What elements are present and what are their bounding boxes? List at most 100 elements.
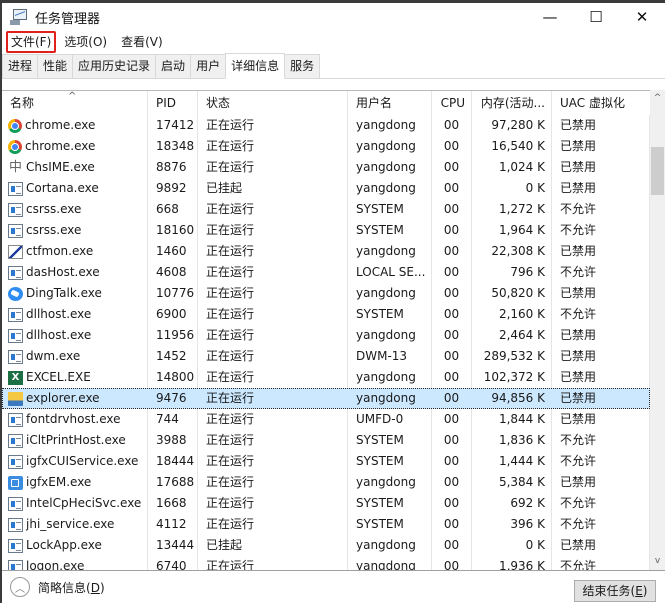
cell-uac: 已禁用 [552, 409, 650, 430]
cell-cpu: 00 [432, 157, 472, 178]
table-row[interactable]: chrome.exe 18348 正在运行 yangdong 00 16,540 K 已禁用 [2, 136, 650, 157]
process-name: dllhost.exe [26, 307, 92, 321]
cell-cpu: 00 [432, 451, 472, 472]
cell-status: 正在运行 [198, 493, 348, 514]
pen-icon [8, 244, 23, 259]
process-name: jhi_service.exe [26, 517, 115, 531]
window-app-icon [8, 307, 23, 322]
column-header-memory[interactable]: 内存(活动... [472, 91, 552, 115]
menu-options[interactable]: 选项(O) [58, 32, 113, 52]
scrollbar-thumb[interactable] [651, 147, 664, 195]
table-row[interactable]: fontdrvhost.exe 744 正在运行 UMFD-0 00 1,844 K 已禁用 [2, 409, 650, 430]
table-row[interactable]: igfxCUIService.exe 18444 正在运行 SYSTEM 00 1,444… [2, 451, 650, 472]
cell-username: yangdong [348, 535, 432, 556]
cell-uac: 不允许 [552, 451, 650, 472]
table-row[interactable]: DingTalk.exe 10776 正在运行 yangdong 00 50,820 K已… [2, 283, 650, 304]
cell-username: yangdong [348, 178, 432, 199]
maximize-icon: ☐ [589, 8, 603, 26]
cell-username: yangdong [348, 367, 432, 388]
cell-pid: 1668 [148, 493, 198, 514]
table-row[interactable]: logon.exe 6740 正在运行 yangdong 00 1,936 K 不允许 [2, 556, 650, 570]
table-row[interactable]: Cortana.exe 9892 已挂起 yangdong 00 0 K 已禁用 [2, 178, 650, 199]
cell-name: dwm.exe [2, 346, 148, 367]
column-header-username[interactable]: 用户名 [348, 91, 432, 115]
process-name: ChsIME.exe [26, 160, 95, 174]
table-row[interactable]: csrss.exe 18160 正在运行 SYSTEM 00 1,964 K 不允许 [2, 220, 650, 241]
process-name: LockApp.exe [26, 538, 102, 552]
cell-username: SYSTEM [348, 451, 432, 472]
cell-username: LOCAL SE... [348, 262, 432, 283]
cell-cpu: 00 [443, 391, 460, 405]
cell-cpu: 00 [432, 283, 472, 304]
cell-memory: 0 K [472, 535, 552, 556]
table-row[interactable]: igfxEM.exe 17688 正在运行 yangdong 00 5,384 K 已禁用 [2, 472, 650, 493]
column-header-pid[interactable]: PID [148, 91, 198, 115]
cell-memory: 2,160 K [472, 304, 552, 325]
end-task-button[interactable]: 结束任务(E) [574, 580, 656, 602]
process-name: iCltPrintHost.exe [26, 433, 126, 447]
maximize-button[interactable]: ☐ [573, 3, 619, 31]
column-header-uac-virtualization[interactable]: UAC 虚拟化 [552, 91, 650, 115]
cell-username: SYSTEM [348, 430, 432, 451]
tab-startup[interactable]: 启动 [155, 54, 192, 78]
table-row[interactable]: ctfmon.exe 1460 正在运行 yangdong 00 22,308 K 已禁用 [2, 241, 650, 262]
cell-name: LockApp.exe [2, 535, 148, 556]
table-row[interactable]: dllhost.exe 11956 正在运行 yangdong 00 2,464 K 已禁用 [2, 325, 650, 346]
cell-pid: 13444 [148, 535, 198, 556]
cell-uac: 不允许 [552, 430, 650, 451]
cell-memory: 22,308 K [472, 241, 552, 262]
cell-cpu: 00 [432, 199, 472, 220]
table-row[interactable]: iCltPrintHost.exe 3988 正在运行 SYSTEM 00 1,836 K… [2, 430, 650, 451]
scroll-up-arrow-icon[interactable]: ^ [650, 90, 665, 107]
process-name: chrome.exe [25, 139, 96, 153]
table-row[interactable]: LockApp.exe 13444 已挂起 yangdong 00 0 K 已禁用 [2, 535, 650, 556]
table-row[interactable]: X EXCEL.EXE 14800 正在运行 yangdong 00 102,372 K 已禁… [2, 367, 650, 388]
ime-icon: 中 [8, 159, 22, 175]
cell-name: csrss.exe [2, 220, 148, 241]
tab-services[interactable]: 服务 [284, 54, 321, 78]
tab-details[interactable]: 详细信息 [225, 53, 286, 79]
window-title: 任务管理器 [35, 11, 101, 27]
menu-file[interactable]: 文件(F) [6, 31, 57, 53]
cell-cpu: 00 [432, 493, 472, 514]
window-app-icon [8, 265, 23, 280]
table-row[interactable]: 中 ChsIME.exe 8876 正在运行 yangdong 00 1,024 K 已禁用 [2, 157, 650, 178]
cell-cpu: 00 [432, 262, 472, 283]
cell-username: yangdong [348, 283, 432, 304]
cell-uac: 不允许 [552, 514, 650, 535]
tab-performance[interactable]: 性能 [37, 54, 74, 78]
table-row[interactable]: csrss.exe 668 正在运行 SYSTEM 00 1,272 K 不允许 [2, 199, 650, 220]
column-header-status[interactable]: 状态 [198, 91, 348, 115]
close-button[interactable]: ✕ [619, 3, 665, 31]
cell-status: 正在运行 [198, 199, 348, 220]
column-header-cpu[interactable]: CPU [432, 91, 472, 115]
cell-cpu: 00 [432, 346, 472, 367]
cell-pid: 668 [148, 199, 198, 220]
cell-memory: 692 K [472, 493, 552, 514]
cell-memory: 1,836 K [472, 430, 552, 451]
cell-pid: 9476 [156, 391, 187, 405]
tab-app-history[interactable]: 应用历史记录 [72, 54, 157, 78]
table-row[interactable]: IntelCpHeciSvc.exe 1668 正在运行 SYSTEM 00 692 K不… [2, 493, 650, 514]
menu-view[interactable]: 查看(V) [115, 32, 169, 52]
minimize-button[interactable]: — [527, 3, 573, 31]
cell-status: 正在运行 [198, 115, 348, 136]
table-row[interactable]: dasHost.exe 4608 正在运行 LOCAL SE... 00 796 K 不允许 [2, 262, 650, 283]
process-name: igfxCUIService.exe [26, 454, 139, 468]
scroll-down-arrow-icon[interactable]: v [650, 553, 665, 570]
table-row[interactable]: explorer.exe 9476 正在运行 yangdong 00 94,856 K 已禁… [2, 388, 650, 409]
window-controls: — ☐ ✕ [527, 3, 665, 31]
table-row[interactable]: chrome.exe 17412 正在运行 yangdong 00 97,280 K 已禁用 [2, 115, 650, 136]
table-row[interactable]: dwm.exe 1452 正在运行 DWM-13 00 289,532 K 已禁用 [2, 346, 650, 367]
column-header-name[interactable]: 名称 ^ [2, 91, 148, 115]
table-row[interactable]: jhi_service.exe 4112 正在运行 SYSTEM 00 396 K 不允许 [2, 514, 650, 535]
tab-processes[interactable]: 进程 [2, 54, 39, 78]
cell-uac: 不允许 [552, 304, 650, 325]
tab-users[interactable]: 用户 [190, 54, 227, 78]
vertical-scrollbar[interactable]: ^ v [650, 90, 665, 570]
fewer-details-button[interactable]: ︿ 简略信息(D) [10, 577, 105, 597]
cell-name: DingTalk.exe [2, 283, 148, 304]
cell-pid: 1460 [148, 241, 198, 262]
cell-pid: 9892 [148, 178, 198, 199]
table-row[interactable]: dllhost.exe 6900 正在运行 SYSTEM 00 2,160 K 不允许 [2, 304, 650, 325]
